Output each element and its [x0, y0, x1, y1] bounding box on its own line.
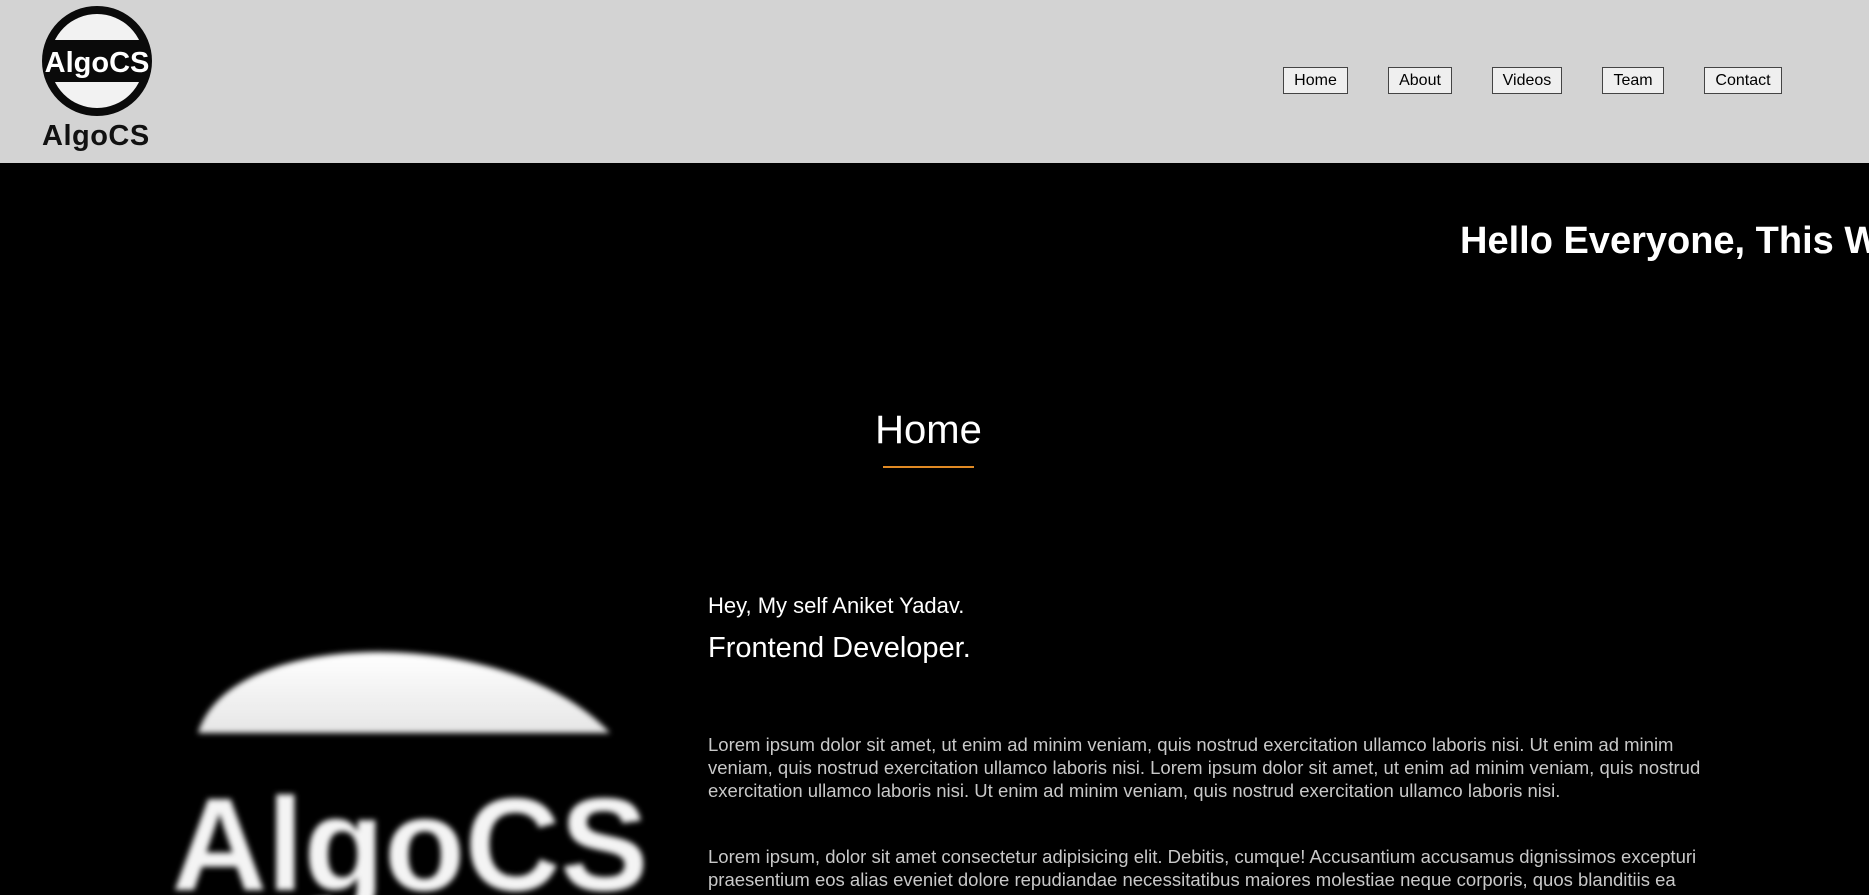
page: AlgoCS AlgoCS Home About Videos Team Con…: [0, 0, 1869, 895]
nav-team-button[interactable]: Team: [1602, 67, 1664, 94]
nav-home-button[interactable]: Home: [1283, 67, 1348, 94]
logo-text[interactable]: AlgoCS: [42, 120, 150, 153]
title-underline: [883, 466, 974, 468]
intro-role: Frontend Developer.: [708, 632, 971, 664]
nav-videos-button[interactable]: Videos: [1492, 67, 1562, 94]
welcome-marquee: Hello Everyone, This W: [0, 163, 1869, 323]
site-header: AlgoCS AlgoCS Home About Videos Team Con…: [0, 0, 1869, 163]
main-nav: Home About Videos Team Contact: [1283, 67, 1782, 94]
logo-badge[interactable]: AlgoCS: [40, 4, 154, 118]
intro-greeting: Hey, My self Aniket Yadav.: [708, 593, 965, 618]
marquee-text: Hello Everyone, This W: [1460, 220, 1869, 262]
home-logo-graphic: AlgoCS: [172, 652, 649, 895]
home-logo-text: AlgoCS: [172, 771, 649, 895]
home-logo-image: AlgoCS: [170, 605, 660, 895]
home-section-title: Home: [875, 408, 982, 452]
intro-paragraph-1: Lorem ipsum dolor sit amet, ut enim ad m…: [708, 734, 1701, 801]
nav-contact-button[interactable]: Contact: [1704, 67, 1782, 94]
nav-about-button[interactable]: About: [1388, 67, 1452, 94]
logo-badge-text: AlgoCS: [45, 47, 150, 79]
intro-paragraph-2: Lorem ipsum, dolor sit amet consectetur …: [708, 846, 1697, 895]
logo-badge-icon: AlgoCS: [42, 6, 152, 116]
